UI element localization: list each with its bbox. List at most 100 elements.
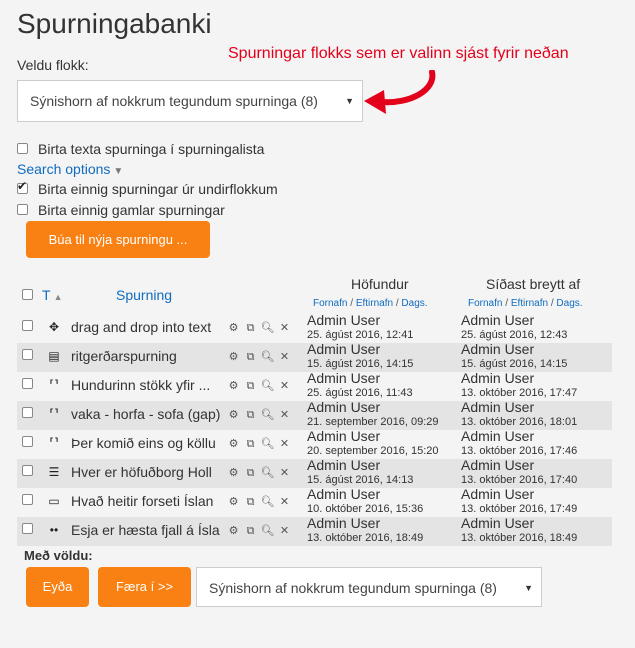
essay-type-icon: ▤ bbox=[48, 349, 60, 363]
delete-x-icon[interactable]: ✕ bbox=[276, 524, 293, 537]
multichoice-type-icon: ☰ bbox=[48, 465, 60, 479]
delete-x-icon[interactable]: ✕ bbox=[276, 321, 293, 334]
question-name: Hver er höfuðborg Holl bbox=[71, 464, 212, 480]
duplicate-icon[interactable]: ⧉ bbox=[242, 525, 259, 538]
category-label: Veldu flokk: bbox=[17, 57, 89, 73]
duplicate-icon[interactable]: ⧉ bbox=[242, 496, 259, 509]
modified-date: 13. október 2016, 18:49 bbox=[461, 532, 578, 544]
author-sort-first[interactable]: Fornafn bbox=[313, 298, 347, 309]
row-checkbox[interactable] bbox=[22, 349, 33, 360]
table-row: ▭ Hvað heitir forseti Íslan ⚙ ⧉ 🔍︎ ✕ Admin … bbox=[17, 486, 612, 517]
show-text-label: Birta texta spurninga í spurningalista bbox=[38, 141, 265, 157]
row-checkbox[interactable] bbox=[22, 465, 33, 476]
select-all-checkbox[interactable] bbox=[22, 289, 33, 300]
modified-sort-last[interactable]: Eftirnafn bbox=[511, 298, 548, 309]
preview-magnifier-icon[interactable]: 🔍︎ bbox=[259, 466, 276, 479]
category-select-value: Sýnishorn af nokkrum tegundum spurninga … bbox=[30, 93, 318, 109]
preview-magnifier-icon[interactable]: 🔍︎ bbox=[259, 408, 276, 421]
author-name: Admin User bbox=[307, 486, 381, 502]
move-to-button[interactable]: Færa í >> bbox=[98, 567, 191, 607]
preview-magnifier-icon[interactable]: 🔍︎ bbox=[259, 495, 276, 508]
question-name: drag and drop into text bbox=[71, 319, 212, 335]
duplicate-icon[interactable]: ⧉ bbox=[242, 467, 259, 480]
row-checkbox[interactable] bbox=[22, 378, 33, 389]
modifier-name: Admin User bbox=[461, 457, 535, 473]
author-sort-last[interactable]: Eftirnafn bbox=[356, 298, 393, 309]
red-arrow-icon bbox=[364, 70, 436, 114]
create-question-button[interactable]: Búa til nýja spurningu ... bbox=[26, 221, 210, 258]
preview-magnifier-icon[interactable]: 🔍︎ bbox=[259, 321, 276, 334]
delete-button[interactable]: Eyða bbox=[26, 567, 89, 607]
delete-x-icon[interactable]: ✕ bbox=[276, 437, 293, 450]
edit-gear-icon[interactable]: ⚙ bbox=[225, 321, 242, 334]
table-row: •• Esja er hæsta fjall á Ísla ⚙ ⧉ 🔍︎ ✕ Admi… bbox=[17, 516, 612, 546]
row-checkbox[interactable] bbox=[22, 436, 33, 447]
edit-gear-icon[interactable]: ⚙ bbox=[225, 437, 242, 450]
subcategories-checkbox[interactable] bbox=[17, 179, 28, 194]
delete-x-icon[interactable]: ✕ bbox=[276, 466, 293, 479]
duplicate-icon[interactable]: ⧉ bbox=[242, 351, 259, 364]
gapselect-type-icon: ⸢⸣ bbox=[49, 407, 59, 421]
author-sort-links: Fornafn / Eftirnafn / Dags. bbox=[313, 298, 428, 309]
search-options-toggle[interactable]: Search options ▼ bbox=[17, 161, 123, 177]
delete-x-icon[interactable]: ✕ bbox=[276, 350, 293, 363]
gapselect-type-icon: ⸢⸣ bbox=[49, 378, 59, 392]
sort-asc-icon: ▲ bbox=[53, 292, 63, 302]
author-name: Admin User bbox=[307, 457, 381, 473]
caret-down-icon: ▼ bbox=[113, 166, 124, 177]
row-checkbox[interactable] bbox=[22, 407, 33, 418]
modified-sort-links: Fornafn / Eftirnafn / Dags. bbox=[468, 298, 583, 309]
edit-gear-icon[interactable]: ⚙ bbox=[225, 408, 242, 421]
modified-sort-date[interactable]: Dags. bbox=[556, 298, 582, 309]
row-checkbox[interactable] bbox=[22, 523, 33, 534]
delete-x-icon[interactable]: ✕ bbox=[276, 379, 293, 392]
target-category-select[interactable]: Sýnishorn af nokkrum tegundum spurninga … bbox=[196, 567, 542, 607]
row-actions: ⚙ ⧉ 🔍︎ ✕ bbox=[225, 321, 293, 335]
duplicate-icon[interactable]: ⧉ bbox=[242, 380, 259, 393]
row-checkbox[interactable] bbox=[22, 320, 33, 331]
type-sort-header[interactable]: T ▲ bbox=[42, 287, 62, 303]
table-row: ⸢⸣ vaka - horfa - sofa (gap) ⚙ ⧉ 🔍︎ ✕ Admin… bbox=[17, 399, 612, 430]
modifier-name: Admin User bbox=[461, 370, 535, 386]
preview-magnifier-icon[interactable]: 🔍︎ bbox=[259, 437, 276, 450]
row-actions: ⚙ ⧉ 🔍︎ ✕ bbox=[225, 495, 293, 509]
row-actions: ⚙ ⧉ 🔍︎ ✕ bbox=[225, 466, 293, 480]
author-name: Admin User bbox=[307, 341, 381, 357]
duplicate-icon[interactable]: ⧉ bbox=[242, 322, 259, 335]
table-row: ⸢⸣ Hundurinn stökk yfir ... ⚙ ⧉ 🔍︎ ✕ Admin … bbox=[17, 370, 612, 401]
author-sort-date[interactable]: Dags. bbox=[401, 298, 427, 309]
row-actions: ⚙ ⧉ 🔍︎ ✕ bbox=[225, 437, 293, 451]
preview-magnifier-icon[interactable]: 🔍︎ bbox=[259, 524, 276, 537]
edit-gear-icon[interactable]: ⚙ bbox=[225, 524, 242, 537]
annotation-text: Spurningar flokks sem er valinn sjást fy… bbox=[228, 45, 569, 62]
category-select[interactable]: Sýnishorn af nokkrum tegundum spurninga … bbox=[17, 80, 363, 122]
question-name: Hundurinn stökk yfir ... bbox=[71, 377, 211, 393]
edit-gear-icon[interactable]: ⚙ bbox=[225, 495, 242, 508]
old-questions-checkbox[interactable] bbox=[17, 204, 28, 215]
delete-x-icon[interactable]: ✕ bbox=[276, 495, 293, 508]
row-checkbox[interactable] bbox=[22, 494, 33, 505]
preview-magnifier-icon[interactable]: 🔍︎ bbox=[259, 379, 276, 392]
old-questions-label: Birta einnig gamlar spurningar bbox=[38, 202, 225, 218]
author-header: Höfundur bbox=[351, 276, 409, 292]
preview-magnifier-icon[interactable]: 🔍︎ bbox=[259, 350, 276, 363]
duplicate-icon[interactable]: ⧉ bbox=[242, 409, 259, 422]
edit-gear-icon[interactable]: ⚙ bbox=[225, 379, 242, 392]
modified-header: Síðast breytt af bbox=[486, 276, 581, 292]
duplicate-icon[interactable]: ⧉ bbox=[242, 438, 259, 451]
show-text-checkbox[interactable] bbox=[17, 143, 28, 154]
edit-gear-icon[interactable]: ⚙ bbox=[225, 466, 242, 479]
with-selected-label: Með völdu: bbox=[24, 548, 93, 563]
modified-sort-first[interactable]: Fornafn bbox=[468, 298, 502, 309]
question-sort-header[interactable]: Spurning bbox=[116, 287, 172, 303]
delete-x-icon[interactable]: ✕ bbox=[276, 408, 293, 421]
edit-gear-icon[interactable]: ⚙ bbox=[225, 350, 242, 363]
author-name: Admin User bbox=[307, 312, 381, 328]
gapselect-type-icon: ⸢⸣ bbox=[49, 436, 59, 450]
modifier-name: Admin User bbox=[461, 428, 535, 444]
row-actions: ⚙ ⧉ 🔍︎ ✕ bbox=[225, 524, 293, 538]
drag-drop-text-type-icon: ✥ bbox=[48, 320, 60, 334]
modifier-name: Admin User bbox=[461, 399, 535, 415]
modifier-name: Admin User bbox=[461, 341, 535, 357]
type-header-label: T bbox=[42, 287, 51, 303]
